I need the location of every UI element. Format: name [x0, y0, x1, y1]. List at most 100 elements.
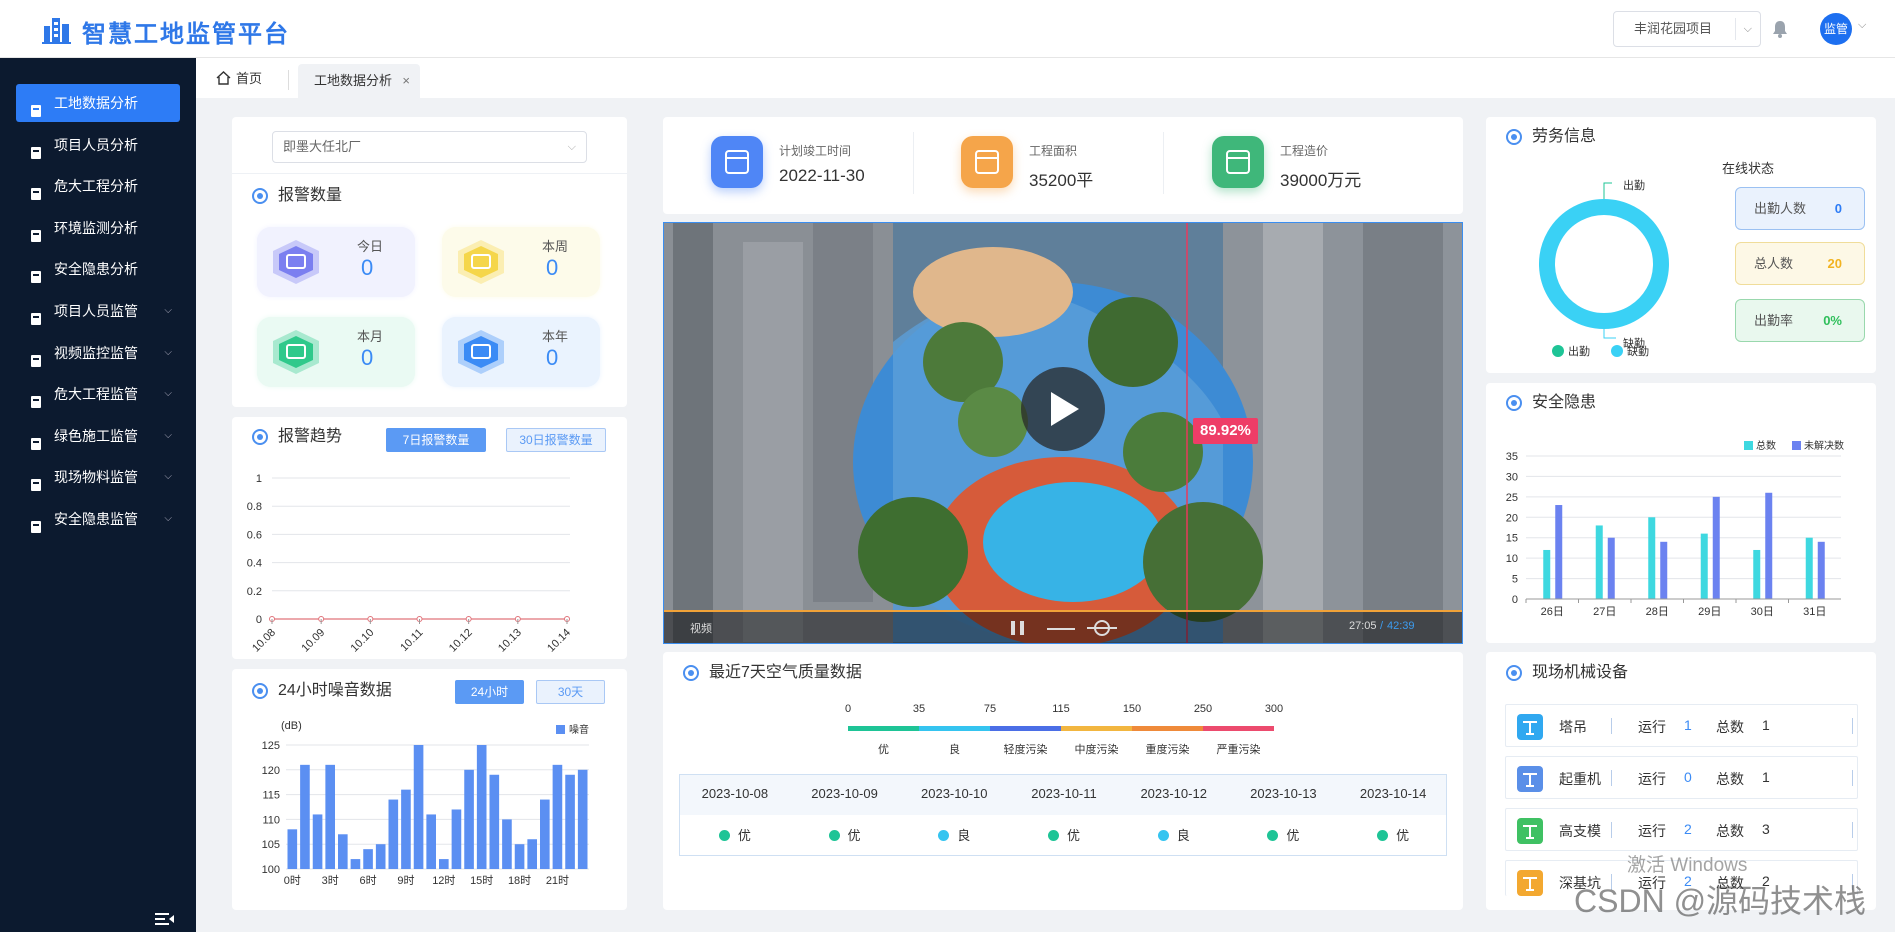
aqi-status-label: 良: [1176, 828, 1190, 843]
chevron-down-icon: ⌵: [1743, 23, 1752, 35]
avatar-chevron-icon[interactable]: ⌵: [1858, 19, 1866, 32]
tab-home[interactable]: 首页: [216, 68, 262, 90]
sidebar-item-label: 安全隐患分析: [54, 261, 138, 278]
noise-30day-button[interactable]: 30天: [536, 680, 605, 704]
noise-bar: [502, 819, 512, 869]
x-tick-label: 10.12: [447, 627, 475, 655]
labour-stat-value: 0%: [1823, 313, 1842, 328]
aqi-status-label: 优: [737, 828, 751, 843]
aqi-level-label: 良: [949, 742, 960, 756]
alarm-card-0[interactable]: 今日 0: [257, 227, 415, 297]
sidebar-item-3[interactable]: 环境监测分析: [16, 209, 180, 247]
noise-bar: [338, 834, 348, 869]
filter-icon: [28, 178, 44, 201]
sidebar-item-5[interactable]: 项目人员监管 ⌵: [16, 292, 180, 330]
alarm-card-1[interactable]: 本周 0: [442, 227, 600, 297]
sidebar-item-6[interactable]: 视频监控监管 ⌵: [16, 334, 180, 372]
legend-label: 总数: [1756, 439, 1776, 452]
stat-value: 35200平: [1029, 171, 1094, 190]
donut-leader-line: [1603, 329, 1616, 339]
legend-label: 噪音: [569, 723, 589, 736]
labour-stat-value: 0: [1834, 201, 1842, 216]
aqi-status: 优: [1009, 825, 1119, 844]
trend-30day-button[interactable]: 30日报警数量: [506, 428, 606, 452]
aqi-status-label: 优: [1286, 828, 1300, 843]
machine-row[interactable]: 塔吊 运行 1 总数 1: [1505, 704, 1858, 747]
tab-active[interactable]: 工地数据分析 ×: [298, 64, 421, 98]
aqi-level-bar: [919, 726, 990, 731]
safety-bar: [1712, 496, 1720, 599]
noise-bar: [439, 859, 449, 869]
y-tick-label: 1: [256, 473, 262, 485]
sidebar-item-label: 环境监测分析: [54, 219, 138, 236]
sidebar-item-0[interactable]: 工地数据分析: [16, 84, 180, 122]
aqi-level-label: 严重污染: [1217, 742, 1261, 756]
x-tick-label: 10.11: [398, 627, 425, 654]
y-tick-label: 115: [262, 790, 280, 802]
noise-bar: [300, 764, 310, 869]
machine-total-label: 总数: [1716, 719, 1744, 735]
aqi-level-bar: [1061, 726, 1132, 731]
machine-title-text: 现场机械设备: [1532, 664, 1629, 681]
machine-row[interactable]: 起重机 运行 0 总数 1: [1505, 756, 1858, 799]
alarm-card-3[interactable]: 本年 0: [442, 317, 600, 387]
machine-run-label: 运行: [1638, 823, 1666, 839]
pause-icon[interactable]: [1007, 619, 1037, 637]
safety-bar: [1817, 541, 1825, 599]
aqi-scale-value: 75: [984, 703, 996, 715]
project-select[interactable]: 丰润花园项目 ⌵: [1613, 11, 1761, 47]
safety-bar: [1648, 517, 1656, 599]
machine-divider: [1852, 718, 1853, 734]
sidebar-item-8[interactable]: 绿色施工监管 ⌵: [16, 417, 180, 455]
trend-7day-button[interactable]: 7日报警数量: [386, 428, 486, 452]
title-icon: [252, 188, 268, 204]
legend-label: 缺勤: [1627, 344, 1649, 358]
video-player[interactable]: 89.92% 视频 27:05 / 42:39: [663, 222, 1463, 644]
aqi-date: 2023-10-12: [1140, 786, 1207, 801]
tab-bar: 首页 工地数据分析 ×: [196, 58, 1895, 98]
noise-title: 24小时噪音数据: [252, 681, 392, 701]
aqi-level-label: 优: [878, 743, 889, 756]
noise-bar: [565, 774, 575, 869]
x-tick-label: 29日: [1698, 606, 1721, 618]
calendar-icon: [711, 136, 763, 188]
online-status-label: 在线状态: [1722, 161, 1775, 176]
bell-icon[interactable]: [1770, 19, 1790, 39]
noise-24h-button[interactable]: 24小时: [455, 680, 524, 704]
noise-bar: [527, 839, 537, 869]
shield-icon: [28, 511, 44, 533]
noise-bar: [388, 799, 399, 869]
people-icon: [28, 303, 44, 325]
site-select-value: 即墨大任北厂: [283, 139, 362, 154]
machine-row[interactable]: 高支模 运行 2 总数 3: [1505, 808, 1858, 851]
sidebar-item-4[interactable]: 安全隐患分析: [16, 250, 180, 288]
safety-title-text: 安全隐患: [1532, 394, 1597, 411]
status-dot-icon: [1157, 830, 1169, 841]
pie-icon: [28, 220, 44, 242]
sidebar-item-label: 危大工程分析: [54, 178, 138, 195]
volume-slider[interactable]: [1047, 628, 1075, 630]
sidebar-item-label: 危大工程监管: [54, 386, 138, 403]
collapse-sidebar-icon[interactable]: [155, 912, 175, 926]
video-time-total: 42:39: [1387, 620, 1415, 632]
aqi-date: 2023-10-08: [701, 786, 769, 801]
video-progress-bar[interactable]: [663, 610, 1463, 612]
site-select[interactable]: 即墨大任北厂 ⌵: [272, 131, 587, 163]
x-tick-label: 10.08: [250, 627, 278, 655]
sidebar-item-2[interactable]: 危大工程分析: [16, 167, 180, 205]
alarm-card-2[interactable]: 本月 0: [257, 317, 415, 387]
sidebar-item-10[interactable]: 安全隐患监管 ⌵: [16, 500, 180, 538]
stat-label: 工程造价: [1280, 144, 1329, 158]
aqi-status-label: 优: [847, 828, 861, 843]
x-tick-label: 28日: [1646, 606, 1669, 618]
sidebar-item-7[interactable]: 危大工程监管 ⌵: [16, 375, 180, 413]
sidebar-item-1[interactable]: 项目人员分析: [16, 126, 180, 164]
sidebar-item-9[interactable]: 现场物料监管 ⌵: [16, 458, 180, 496]
aqi-scale-value: 0: [845, 703, 851, 715]
money-shield-icon: [1212, 136, 1264, 188]
trend-title: 报警趋势: [252, 427, 342, 447]
x-tick-label: 6时: [360, 874, 377, 887]
replay-icon[interactable]: [1087, 618, 1117, 638]
avatar[interactable]: 监管: [1820, 13, 1852, 45]
close-icon[interactable]: ×: [402, 64, 410, 98]
